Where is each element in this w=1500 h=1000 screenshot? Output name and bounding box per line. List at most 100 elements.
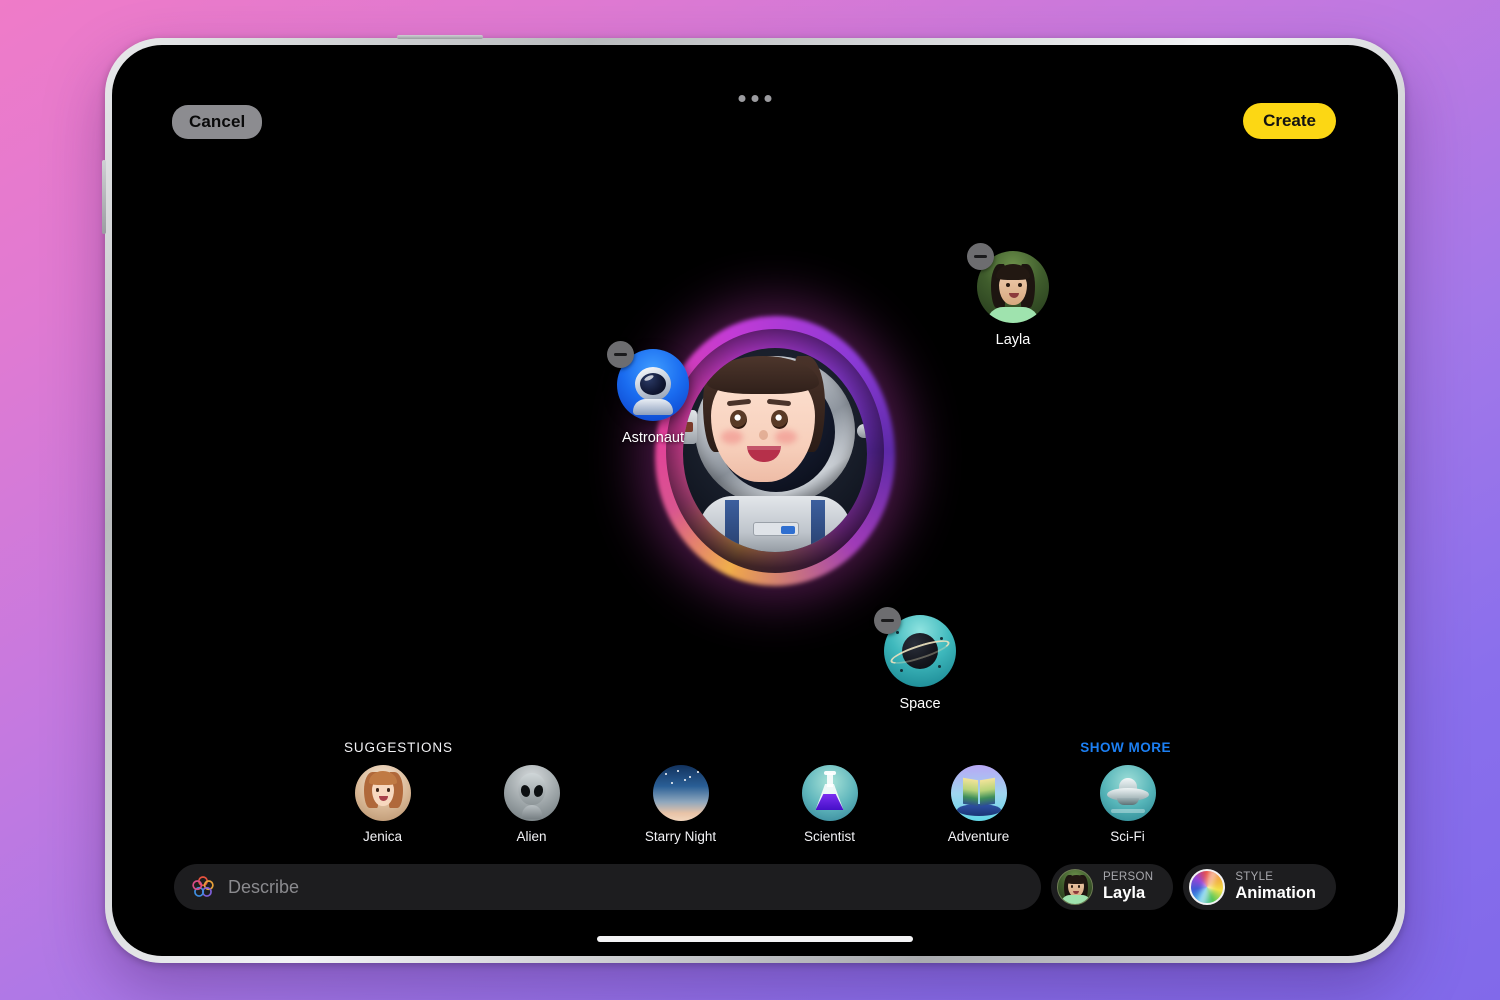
dot-2 [751, 95, 759, 102]
cheek-left [721, 430, 743, 444]
eye-right [386, 788, 390, 792]
token-label-layla: Layla [995, 332, 1031, 348]
token-label-astronaut: Astronaut [621, 430, 685, 446]
dot-3 [764, 95, 772, 102]
flask-liquid [815, 794, 844, 810]
hair-bangs [368, 771, 397, 785]
suggestion-sci-fi[interactable]: Sci-Fi [1082, 765, 1174, 844]
suit-strap-left [725, 500, 739, 552]
composition-canvas: Astronaut Layla Space [112, 141, 1398, 726]
suggestions-list: Jenica Alien Starry Night Scientist Adve… [174, 765, 1336, 844]
remove-astronaut-minus-icon[interactable] [607, 341, 634, 368]
top-toolbar: Cancel Create [112, 45, 1398, 141]
describe-placeholder-text: Describe [228, 876, 300, 897]
suggestion-label: Scientist [803, 829, 856, 844]
home-indicator[interactable] [597, 936, 913, 942]
starry-sky-icon [652, 765, 709, 821]
alien-body [521, 805, 542, 819]
token-bubble[interactable] [874, 607, 956, 687]
shirt [1060, 895, 1091, 904]
star-2 [940, 637, 943, 640]
ufo-beam [1110, 809, 1145, 813]
person-chip-value: Layla [1102, 884, 1146, 903]
suggestion-label: Sci-Fi [1110, 829, 1145, 844]
map-page-left [962, 777, 978, 807]
star-6 [683, 779, 686, 781]
suggestion-label: Starry Night [644, 829, 717, 844]
star-3 [900, 669, 903, 672]
wallpaper-backdrop: Cancel Create Astronaut Layla Space SUGG… [0, 0, 1500, 1000]
star-3 [688, 776, 691, 778]
shoulders-shape [633, 399, 673, 415]
suggestion-label: Jenica [362, 829, 403, 844]
treasure-map-icon [950, 765, 1007, 821]
dot-1 [738, 95, 746, 102]
eye-right [771, 410, 788, 429]
star-4 [938, 665, 941, 668]
minus-glyph [881, 619, 894, 622]
star-4 [696, 771, 699, 773]
suggestion-jenica[interactable]: Jenica [337, 765, 429, 844]
concept-token-layla[interactable]: Layla [965, 243, 1061, 348]
visor-shape [640, 373, 666, 395]
star-2 [676, 770, 679, 772]
star-5 [670, 782, 673, 784]
suggestion-label: Alien [516, 829, 547, 844]
astronaut-portrait [683, 348, 867, 552]
token-bubble[interactable] [607, 341, 689, 421]
eye-left [730, 410, 747, 429]
star-1 [896, 631, 899, 634]
image-playground-icon [192, 876, 214, 897]
concept-token-astronaut[interactable]: Astronaut [605, 341, 701, 446]
hair-bangs [1066, 875, 1086, 884]
token-label-space: Space [899, 696, 941, 712]
map-page-right [979, 777, 995, 807]
suggestions-header: SUGGESTIONS SHOW MORE [174, 740, 1336, 755]
style-chip[interactable]: STYLE Animation [1183, 864, 1336, 910]
cheek-right [775, 430, 797, 444]
style-chip-value: Animation [1235, 884, 1316, 903]
shirt [987, 307, 1039, 323]
helmet-knob [857, 424, 867, 438]
multitasking-dots-icon[interactable] [738, 95, 772, 102]
tablet-device-frame: Cancel Create Astronaut Layla Space SUGG… [102, 35, 1405, 963]
minus-glyph [974, 255, 987, 258]
show-more-button[interactable]: SHOW MORE [1080, 740, 1171, 755]
suggestions-title: SUGGESTIONS [344, 740, 453, 755]
suggestion-scientist[interactable]: Scientist [784, 765, 876, 844]
suit-control-panel [753, 522, 799, 536]
person-chip-kicker: PERSON [1102, 871, 1154, 884]
describe-input[interactable]: Describe [174, 864, 1041, 910]
flask-icon [801, 765, 858, 821]
suggestion-alien[interactable]: Alien [486, 765, 578, 844]
tablet-screen: Cancel Create Astronaut Layla Space SUGG… [112, 45, 1398, 956]
eye-left [375, 788, 379, 792]
nose [759, 430, 768, 440]
person-chip[interactable]: PERSON Layla [1050, 864, 1174, 910]
person-photo-icon [354, 765, 411, 821]
suggestion-label: Adventure [947, 829, 1010, 844]
suit-strap-right [811, 500, 825, 552]
style-chip-kicker: STYLE [1235, 871, 1274, 884]
person-chip-text: PERSON Layla [1103, 871, 1153, 902]
token-bubble[interactable] [967, 243, 1049, 323]
alien-head-icon [503, 765, 560, 821]
minus-glyph [614, 353, 627, 356]
suggestions-section: SUGGESTIONS SHOW MORE Jenica Alien Starr… [112, 740, 1398, 844]
color-wheel-icon [1189, 869, 1226, 905]
concept-token-space[interactable]: Space [872, 607, 968, 712]
space-suit [699, 496, 851, 552]
composer-bar: Describe PERSON Layla STYLE Animation [112, 864, 1398, 910]
star-1 [664, 773, 667, 775]
remove-layla-minus-icon[interactable] [967, 243, 994, 270]
flask-lip [823, 771, 836, 775]
cancel-button[interactable]: Cancel [172, 105, 263, 139]
style-chip-text: STYLE Animation [1235, 871, 1316, 902]
remove-space-minus-icon[interactable] [874, 607, 901, 634]
suggestion-adventure[interactable]: Adventure [933, 765, 1025, 844]
eye-right [1018, 283, 1022, 287]
ufo-icon [1099, 765, 1156, 821]
suggestion-starry-night[interactable]: Starry Night [635, 765, 727, 844]
person-photo-icon [1056, 869, 1093, 905]
create-button[interactable]: Create [1243, 103, 1336, 139]
